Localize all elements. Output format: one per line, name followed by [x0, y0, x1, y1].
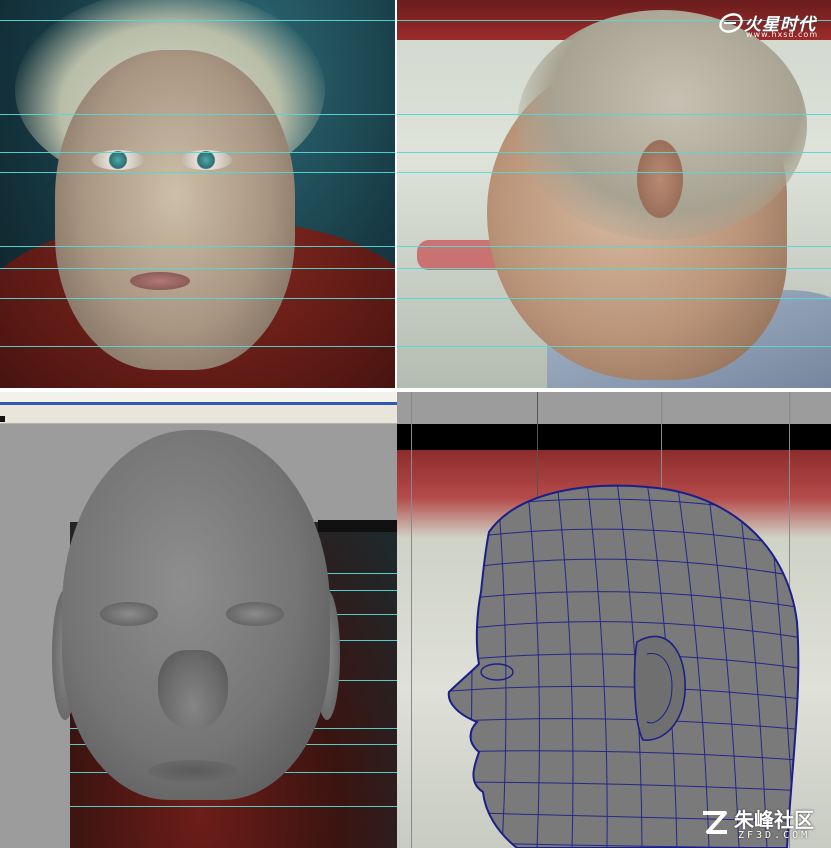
face [55, 50, 295, 370]
model-left-eye [100, 602, 158, 626]
guide-line [0, 20, 395, 21]
guide-line [0, 268, 395, 269]
model-mouth [148, 760, 238, 782]
guide-line [397, 246, 831, 247]
front-model-viewport[interactable] [0, 392, 397, 848]
guide-line [70, 806, 397, 807]
watermark-bottom: 朱峰社区 ZF3D.COM [700, 804, 828, 846]
watermark-url: www.hxsd.com [746, 30, 819, 39]
guide-line [0, 152, 395, 153]
side-model-viewport[interactable] [397, 392, 831, 848]
guide-line [0, 346, 395, 347]
viewport-corner-marker [0, 416, 5, 422]
guide-line [397, 172, 831, 173]
stylized-e-swoosh-logo-icon [719, 13, 743, 33]
z-arrow-logo-icon [703, 811, 727, 834]
watermark-url: ZF3D.COM [738, 830, 811, 841]
wireframe-head-model[interactable] [397, 392, 831, 848]
guide-line [0, 114, 395, 115]
guide-line [397, 152, 831, 153]
guide-line [397, 346, 831, 347]
side-reference-photo [397, 0, 831, 388]
watermark-brand-text: 朱峰社区 [734, 808, 814, 832]
guide-line [397, 298, 831, 299]
guide-line [0, 172, 395, 173]
image-plane-border [318, 520, 397, 532]
model-right-eye [226, 602, 284, 626]
right-eye [180, 150, 232, 170]
front-reference-photo [0, 0, 395, 388]
model-nose [158, 650, 228, 730]
window-title-bar [0, 392, 397, 405]
mouth [130, 272, 190, 290]
watermark-top: 火星时代 www.hxsd.com [718, 8, 828, 42]
viewport-menu-bar [0, 405, 397, 424]
left-eye [92, 150, 144, 170]
guide-line [397, 114, 831, 115]
guide-line [0, 298, 395, 299]
guide-line [397, 268, 831, 269]
guide-line [0, 246, 395, 247]
